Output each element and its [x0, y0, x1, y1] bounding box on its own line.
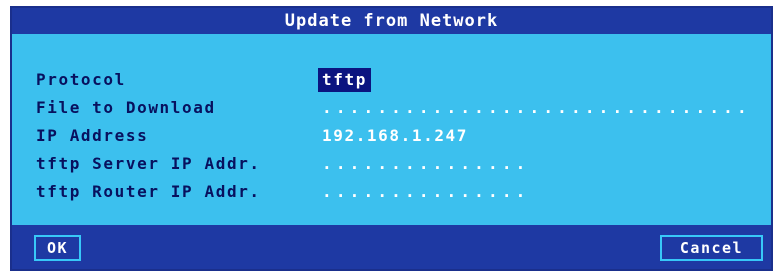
protocol-label: Protocol	[36, 70, 126, 89]
ip-address-field[interactable]: 192.168.1.247	[322, 124, 468, 148]
form-area: Protocol tftp File to Download .........…	[12, 34, 771, 227]
tftp-router-ip-label: tftp Router IP Addr.	[36, 182, 261, 201]
protocol-field[interactable]: tftp	[318, 68, 371, 92]
button-bar: OK Cancel	[12, 225, 771, 269]
tftp-server-ip-label: tftp Server IP Addr.	[36, 154, 261, 173]
file-to-download-label: File to Download	[36, 98, 216, 117]
tftp-router-ip-field[interactable]: ...............	[322, 180, 530, 204]
tftp-server-ip-field[interactable]: ...............	[322, 152, 530, 176]
update-from-network-dialog: Update from Network Protocol tftp File t…	[10, 6, 773, 271]
dialog-title: Update from Network	[12, 8, 771, 34]
ip-address-label: IP Address	[36, 126, 149, 145]
ok-button[interactable]: OK	[34, 235, 81, 261]
file-to-download-field[interactable]: ...............................	[322, 96, 751, 120]
cancel-button[interactable]: Cancel	[660, 235, 763, 261]
